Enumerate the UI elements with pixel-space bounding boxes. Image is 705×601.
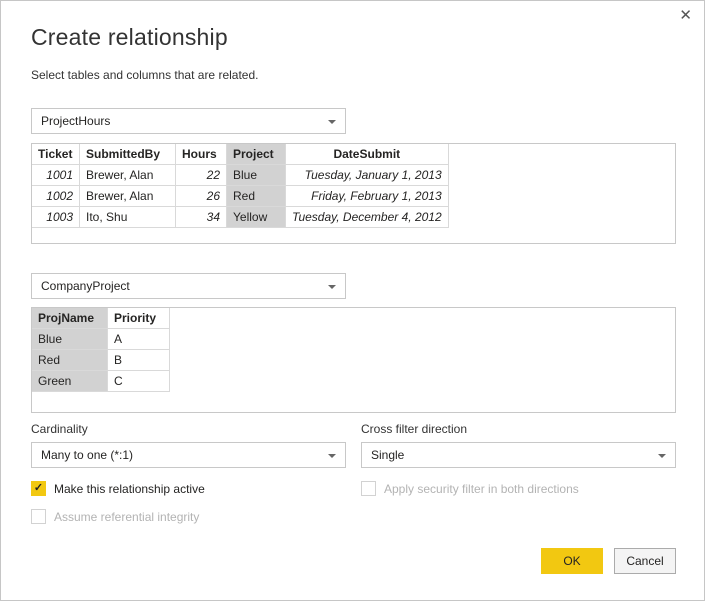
table-cell[interactable]: Friday, February 1, 2013 [286, 186, 449, 207]
table-cell[interactable]: Brewer, Alan [80, 186, 176, 207]
table-row: BlueA [32, 329, 170, 350]
column-header[interactable]: ProjName [32, 308, 108, 329]
table-row: 1002Brewer, Alan26RedFriday, February 1,… [32, 186, 449, 207]
ok-button[interactable]: OK [541, 548, 603, 574]
column-header[interactable]: Hours [176, 144, 227, 165]
table-cell[interactable]: Blue [32, 329, 108, 350]
cardinality-select[interactable]: Many to one (*:1) [31, 442, 346, 468]
page-title: Create relationship [31, 24, 228, 51]
table-cell[interactable]: 1001 [32, 165, 80, 186]
upper-table-container: TicketSubmittedByHoursProjectDateSubmit … [31, 143, 676, 244]
create-relationship-dialog: ✕ Create relationship Select tables and … [0, 0, 705, 601]
table-cell[interactable]: 22 [176, 165, 227, 186]
table-cell[interactable]: Yellow [227, 207, 286, 228]
table-row: 1003Ito, Shu34YellowTuesday, December 4,… [32, 207, 449, 228]
table-header-row: ProjNamePriority [32, 308, 170, 329]
checkbox-make-relationship-active[interactable]: ✓ Make this relationship active [31, 481, 205, 496]
chevron-down-icon [328, 285, 336, 289]
table-cell[interactable]: Blue [227, 165, 286, 186]
checkbox-icon: ✓ [31, 481, 46, 496]
chevron-down-icon [328, 454, 336, 458]
lower-table-select[interactable]: CompanyProject [31, 273, 346, 299]
table-cell[interactable]: Ito, Shu [80, 207, 176, 228]
table-cell[interactable]: Red [32, 350, 108, 371]
table-cell[interactable]: Brewer, Alan [80, 165, 176, 186]
table-cell[interactable]: B [108, 350, 170, 371]
table-cell[interactable]: 26 [176, 186, 227, 207]
chevron-down-icon [658, 454, 666, 458]
checkmark-icon: ✓ [34, 483, 43, 494]
checkbox-label: Assume referential integrity [54, 510, 199, 524]
checkbox-apply-security-filter: ✓ Apply security filter in both directio… [361, 481, 579, 496]
column-header[interactable]: Priority [108, 308, 170, 329]
cardinality-value: Many to one (*:1) [41, 448, 133, 462]
table-cell[interactable]: C [108, 371, 170, 392]
checkbox-label: Make this relationship active [54, 482, 205, 496]
column-header[interactable]: DateSubmit [286, 144, 449, 165]
checkbox-icon: ✓ [361, 481, 376, 496]
table-row: GreenC [32, 371, 170, 392]
cancel-button[interactable]: Cancel [614, 548, 676, 574]
table-cell[interactable]: Green [32, 371, 108, 392]
projecthours-table: TicketSubmittedByHoursProjectDateSubmit … [31, 143, 449, 228]
cardinality-label: Cardinality [31, 422, 88, 436]
close-icon[interactable]: ✕ [679, 8, 692, 23]
checkbox-icon: ✓ [31, 509, 46, 524]
table-cell[interactable]: 1003 [32, 207, 80, 228]
table-cell[interactable]: Tuesday, December 4, 2012 [286, 207, 449, 228]
checkbox-assume-referential-integrity: ✓ Assume referential integrity [31, 509, 199, 524]
table-row: 1001Brewer, Alan22BlueTuesday, January 1… [32, 165, 449, 186]
column-header[interactable]: SubmittedBy [80, 144, 176, 165]
cross-filter-select[interactable]: Single [361, 442, 676, 468]
dialog-subtitle: Select tables and columns that are relat… [31, 68, 258, 82]
table-cell[interactable]: 1002 [32, 186, 80, 207]
column-header[interactable]: Ticket [32, 144, 80, 165]
cross-filter-value: Single [371, 448, 404, 462]
table-row: RedB [32, 350, 170, 371]
cross-filter-label: Cross filter direction [361, 422, 467, 436]
upper-table-select-value: ProjectHours [41, 114, 110, 128]
checkbox-label: Apply security filter in both directions [384, 482, 579, 496]
companyproject-table: ProjNamePriority BlueARedBGreenC [31, 307, 170, 392]
column-header[interactable]: Project [227, 144, 286, 165]
upper-table-select[interactable]: ProjectHours [31, 108, 346, 134]
lower-table-container: ProjNamePriority BlueARedBGreenC [31, 307, 676, 413]
table-cell[interactable]: Red [227, 186, 286, 207]
table-cell[interactable]: A [108, 329, 170, 350]
chevron-down-icon [328, 120, 336, 124]
table-header-row: TicketSubmittedByHoursProjectDateSubmit [32, 144, 449, 165]
lower-table-select-value: CompanyProject [41, 279, 130, 293]
table-cell[interactable]: 34 [176, 207, 227, 228]
table-cell[interactable]: Tuesday, January 1, 2013 [286, 165, 449, 186]
